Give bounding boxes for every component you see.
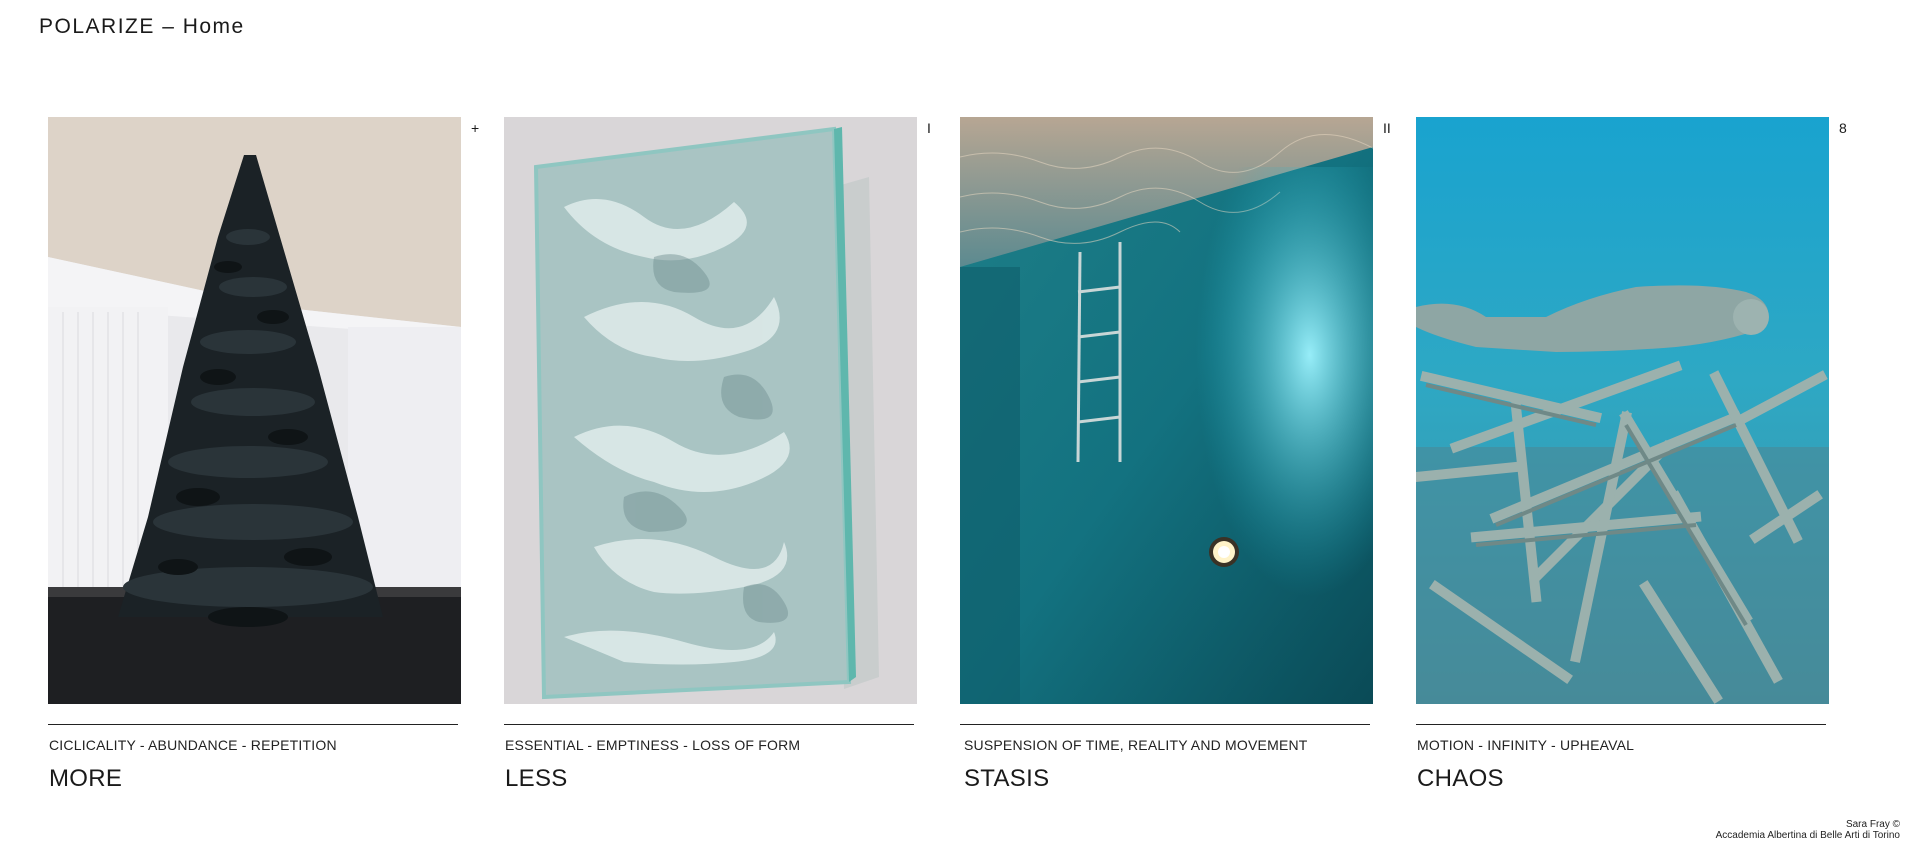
underwater-pool-image [960,117,1373,704]
card-image-more[interactable] [48,117,461,704]
black-tree-sculpture-image [48,117,461,704]
footer-institution: Accademia Albertina di Belle Arti di Tor… [1715,830,1900,841]
card-chaos[interactable]: 8 MOTION - INFINITY - UPHEAVAL CHAOS [1416,117,1847,797]
card-title[interactable]: MORE [49,765,122,793]
card-marker: II [1383,120,1391,136]
divider [1416,724,1826,725]
card-marker: + [471,120,480,136]
card-stasis[interactable]: II SUSPENSION OF TIME, REALITY AND MOVEM… [960,117,1391,797]
footer-credits: Sara Fray © Accademia Albertina di Belle… [1716,819,1900,841]
divider [504,724,914,725]
underwater-sculpture-image [1416,117,1829,704]
card-less[interactable]: I ESSENTIAL - EMPTINESS - LOSS OF FORM L… [504,117,931,797]
card-more[interactable]: + CICLICALITY - ABUNDANCE - REPETITION M… [48,117,479,797]
divider [960,724,1370,725]
card-image-less[interactable] [504,117,917,704]
footer-author: Sara Fray © [1845,819,1900,830]
card-keywords: CICLICALITY - ABUNDANCE - REPETITION [49,737,337,753]
glass-slab-image [504,117,917,704]
divider [48,724,458,725]
card-marker: 8 [1839,120,1847,136]
card-keywords: SUSPENSION OF TIME, REALITY AND MOVEMENT [964,737,1308,753]
card-title[interactable]: CHAOS [1417,765,1504,793]
card-keywords: ESSENTIAL - EMPTINESS - LOSS OF FORM [505,737,801,753]
card-image-stasis[interactable] [960,117,1373,704]
page-title[interactable]: POLARIZE – Home [39,15,245,39]
card-title[interactable]: LESS [505,765,568,793]
card-keywords: MOTION - INFINITY - UPHEAVAL [1417,737,1635,753]
card-image-chaos[interactable] [1416,117,1829,704]
card-marker: I [927,120,931,136]
card-title[interactable]: STASIS [964,765,1049,793]
